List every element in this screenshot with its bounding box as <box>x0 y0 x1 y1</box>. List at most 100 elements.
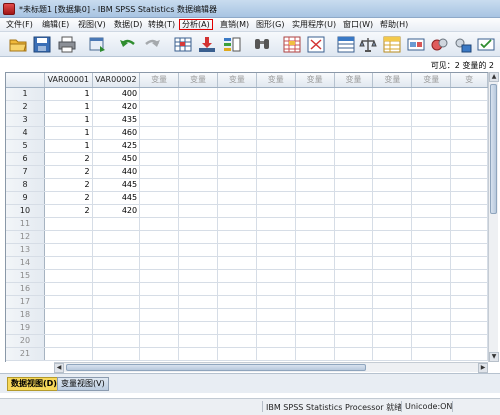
dialog-recall-icon[interactable] <box>88 35 108 54</box>
empty-cell[interactable] <box>450 152 488 166</box>
cell-var00002[interactable]: 420 <box>92 100 141 114</box>
empty-cell[interactable] <box>334 178 374 192</box>
cell-var00002[interactable]: 440 <box>92 165 141 179</box>
empty-cell[interactable] <box>450 139 488 153</box>
empty-cell[interactable] <box>178 321 218 335</box>
empty-cell[interactable] <box>256 321 296 335</box>
empty-cell[interactable] <box>450 321 488 335</box>
empty-cell[interactable] <box>450 282 488 296</box>
empty-cell[interactable] <box>411 308 452 322</box>
cell-var00002[interactable]: 425 <box>92 139 141 153</box>
cell-var00002[interactable]: 445 <box>92 178 141 192</box>
row-header[interactable]: 2 <box>6 100 46 114</box>
empty-cell[interactable] <box>334 347 374 361</box>
empty-cell[interactable] <box>372 347 413 361</box>
empty-cell[interactable] <box>411 321 452 335</box>
empty-cell[interactable] <box>139 334 180 348</box>
column-header-empty[interactable]: 变量 <box>295 73 335 88</box>
empty-cell[interactable] <box>217 334 257 348</box>
empty-cell[interactable] <box>450 230 488 244</box>
empty-cell[interactable] <box>334 308 374 322</box>
empty-cell[interactable] <box>372 295 413 309</box>
empty-cell[interactable] <box>295 217 335 231</box>
empty-cell[interactable] <box>217 100 257 114</box>
variables-icon[interactable] <box>222 35 242 54</box>
empty-cell[interactable] <box>178 256 218 270</box>
empty-cell[interactable] <box>178 230 218 244</box>
empty-cell[interactable] <box>139 256 180 270</box>
empty-cell[interactable] <box>450 100 488 114</box>
empty-cell[interactable] <box>44 308 93 322</box>
row-header[interactable]: 20 <box>6 334 46 348</box>
empty-cell[interactable] <box>411 217 452 231</box>
empty-cell[interactable] <box>411 347 452 361</box>
empty-cell[interactable] <box>295 334 335 348</box>
empty-cell[interactable] <box>372 204 413 218</box>
empty-cell[interactable] <box>92 321 141 335</box>
save-icon[interactable] <box>32 35 52 54</box>
empty-cell[interactable] <box>372 321 413 335</box>
empty-cell[interactable] <box>92 230 141 244</box>
empty-cell[interactable] <box>217 256 257 270</box>
column-header-empty[interactable]: 变量 <box>411 73 452 88</box>
empty-cell[interactable] <box>450 204 488 218</box>
empty-cell[interactable] <box>92 347 141 361</box>
row-header[interactable]: 14 <box>6 256 46 270</box>
menu-help[interactable]: 帮助(H) <box>380 20 408 31</box>
empty-cell[interactable] <box>217 191 257 205</box>
column-header-empty[interactable]: 变 <box>450 73 488 88</box>
empty-cell[interactable] <box>139 165 180 179</box>
empty-cell[interactable] <box>139 347 180 361</box>
empty-cell[interactable] <box>295 152 335 166</box>
empty-cell[interactable] <box>256 334 296 348</box>
print-icon[interactable] <box>57 35 77 54</box>
empty-cell[interactable] <box>139 100 180 114</box>
empty-cell[interactable] <box>178 282 218 296</box>
empty-cell[interactable] <box>178 347 218 361</box>
empty-cell[interactable] <box>217 178 257 192</box>
menu-data[interactable]: 数据(D) <box>114 20 142 31</box>
empty-cell[interactable] <box>295 295 335 309</box>
empty-cell[interactable] <box>372 152 413 166</box>
cell-var00002[interactable]: 435 <box>92 113 141 127</box>
empty-cell[interactable] <box>256 113 296 127</box>
empty-cell[interactable] <box>372 308 413 322</box>
column-header-empty[interactable]: 变量 <box>334 73 374 88</box>
empty-cell[interactable] <box>334 191 374 205</box>
empty-cell[interactable] <box>411 243 452 257</box>
empty-cell[interactable] <box>372 126 413 140</box>
empty-cell[interactable] <box>411 87 452 101</box>
empty-cell[interactable] <box>256 269 296 283</box>
empty-cell[interactable] <box>256 165 296 179</box>
menu-window[interactable]: 窗口(W) <box>343 20 373 31</box>
empty-cell[interactable] <box>92 295 141 309</box>
empty-cell[interactable] <box>334 165 374 179</box>
cell-var00002[interactable]: 460 <box>92 126 141 140</box>
empty-cell[interactable] <box>295 165 335 179</box>
empty-cell[interactable] <box>139 321 180 335</box>
empty-cell[interactable] <box>334 334 374 348</box>
empty-cell[interactable] <box>92 243 141 257</box>
empty-cell[interactable] <box>92 282 141 296</box>
empty-cell[interactable] <box>44 230 93 244</box>
empty-cell[interactable] <box>178 191 218 205</box>
row-header[interactable]: 17 <box>6 295 46 309</box>
empty-cell[interactable] <box>44 217 93 231</box>
empty-cell[interactable] <box>139 217 180 231</box>
row-header[interactable]: 1 <box>6 87 46 101</box>
empty-cell[interactable] <box>217 269 257 283</box>
cell-var00001[interactable]: 2 <box>44 178 93 192</box>
empty-cell[interactable] <box>450 334 488 348</box>
empty-cell[interactable] <box>334 100 374 114</box>
cell-var00001[interactable]: 1 <box>44 126 93 140</box>
cell-var00001[interactable]: 1 <box>44 113 93 127</box>
empty-cell[interactable] <box>295 100 335 114</box>
empty-cell[interactable] <box>450 269 488 283</box>
cell-var00001[interactable]: 1 <box>44 100 93 114</box>
undo-icon[interactable] <box>118 35 138 54</box>
cell-var00001[interactable]: 2 <box>44 191 93 205</box>
empty-cell[interactable] <box>44 282 93 296</box>
empty-cell[interactable] <box>334 126 374 140</box>
empty-cell[interactable] <box>178 152 218 166</box>
data-grid[interactable]: VAR00001 VAR00002 变量 变量 变量 变量 变量 变量 变量 变… <box>5 72 488 362</box>
